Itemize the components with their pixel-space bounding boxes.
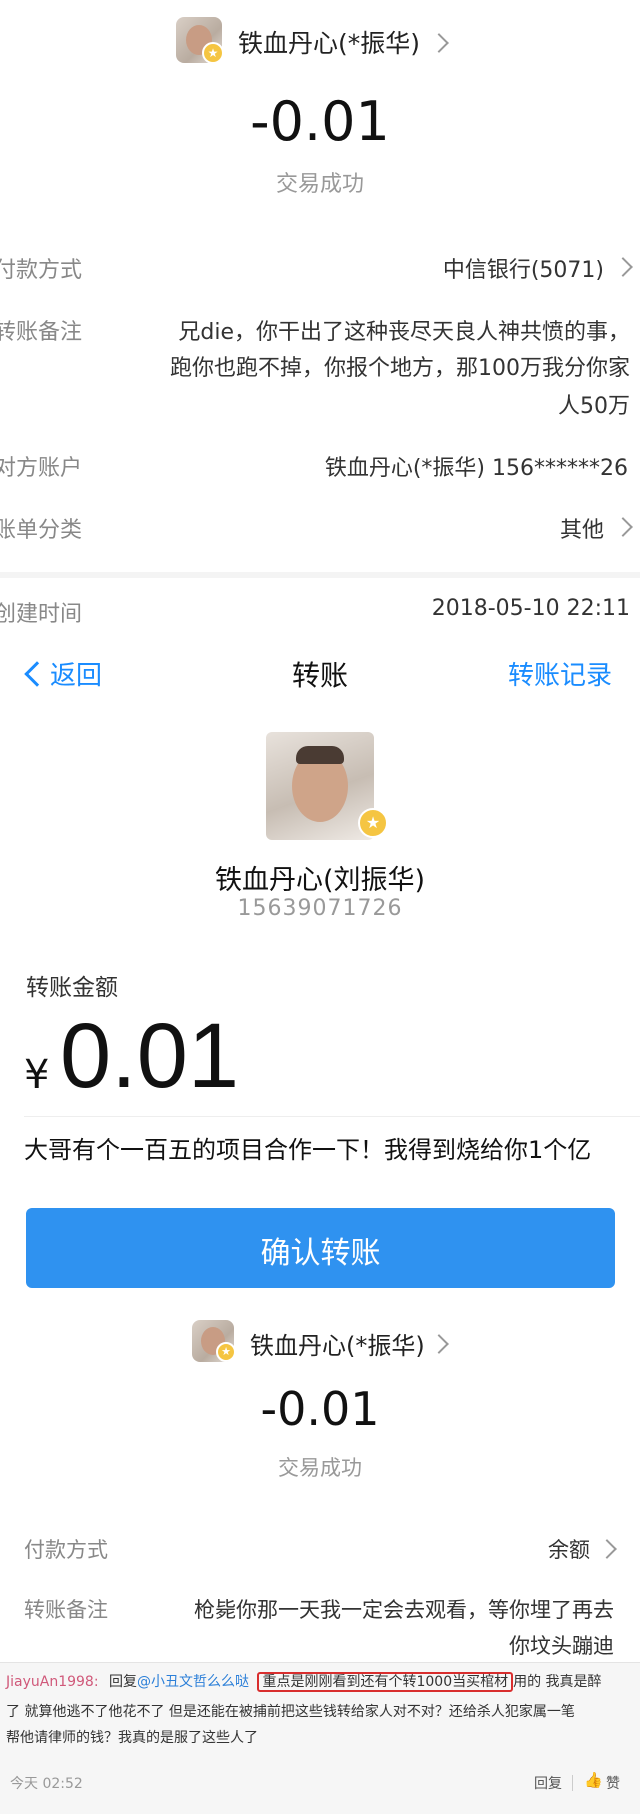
highlighted-text: 重点是刚刚看到还有个转1000当买棺材: [257, 1672, 514, 1692]
transfer-note-label: 转账备注: [24, 1598, 108, 1622]
created-time-label: 创建时间: [0, 602, 83, 627]
thumbs-up-icon: 👍: [584, 1771, 603, 1789]
transaction-status: 交易成功: [275, 172, 364, 197]
counterparty-account-value: 铁血丹心(*振华) 156******26: [324, 456, 628, 481]
transfer-note-line-1: 枪毙你那一天我一定会去观看，等你埋了再去: [194, 1598, 614, 1622]
created-time-value: 2018-05-10 22:11: [431, 596, 630, 621]
transfer-section: 返回 转账 转账记录 铁血丹心(刘振华) 15639071726 转账金额 ¥ …: [0, 640, 640, 1240]
transfer-note-line-2: 跑你也跑不掉，你报个地方，那100万我分你家: [170, 356, 630, 381]
verified-badge-icon: [202, 42, 224, 64]
chevron-right-icon[interactable]: [429, 33, 449, 53]
transfer-records-link[interactable]: 转账记录: [508, 655, 612, 692]
bill-category-label: 账单分类: [0, 518, 83, 543]
transfer-note-input[interactable]: 大哥有个一百五的项目合作一下！我得到烧给你1个亿: [24, 1130, 591, 1165]
comment-line-1: JiayuAn1998: 回复@小丑文哲么么哒 重点是刚刚看到还有个转1000当…: [6, 1671, 602, 1692]
payment-method-label: 付款方式: [0, 258, 83, 283]
payment-method-value[interactable]: 余额: [548, 1534, 590, 1564]
confirm-transfer-label: 确认转账: [260, 1236, 381, 1271]
amount-input[interactable]: 0.01: [60, 1004, 239, 1109]
like-label: 赞: [606, 1776, 620, 1792]
payee-name[interactable]: 铁血丹心(*振华): [250, 1326, 425, 1361]
payment-method-label: 付款方式: [24, 1538, 108, 1562]
divider: [0, 572, 640, 578]
transfer-note-line-3: 人50万: [558, 394, 630, 419]
transfer-note-label: 转账备注: [0, 320, 83, 345]
reply-prefix: 回复: [109, 1674, 138, 1690]
divider: [24, 1116, 640, 1117]
payment-method-value[interactable]: 中信银行(5071): [443, 252, 604, 284]
payee-name: 铁血丹心(刘振华): [214, 865, 426, 896]
currency-symbol: ¥: [24, 1052, 50, 1098]
comment-time: 今天 02:52: [10, 1776, 83, 1792]
amount-label: 转账金额: [26, 975, 118, 1001]
comment-username[interactable]: JiayuAn1998:: [6, 1674, 99, 1690]
receipt-section-1: 铁血丹心(*振华) -0.01 交易成功 付款方式 中信银行(5071) 转账备…: [0, 0, 640, 640]
comment-text-tail: 用的 我真是醉: [513, 1674, 602, 1690]
bill-category-value[interactable]: 其他: [560, 512, 604, 544]
verified-badge-icon: [358, 808, 388, 838]
payee-phone: 15639071726: [237, 896, 403, 921]
mentioned-user[interactable]: @小丑文哲么么哒: [137, 1674, 249, 1690]
transfer-note-line-2: 你坟头蹦迪: [509, 1634, 614, 1658]
confirm-transfer-button[interactable]: 确认转账: [26, 1208, 615, 1288]
divider: [572, 1775, 573, 1791]
comment-line-2: 了 就算他逃不了他花不了 但是还能在被捕前把这些钱转给家人对不对？还给杀人犯家属…: [6, 1704, 575, 1720]
transaction-amount: -0.01: [250, 90, 390, 153]
like-button[interactable]: 👍 赞: [584, 1771, 634, 1793]
receipt-section-2: 铁血丹心(*振华) -0.01 交易成功 付款方式 余额 转账备注 枪毙你那一天…: [0, 1300, 640, 1660]
transaction-status: 交易成功: [278, 1456, 362, 1480]
chevron-right-icon[interactable]: [429, 1334, 449, 1354]
counterparty-account-label: 对方账户: [0, 456, 83, 481]
comment-line-3: 帮他请律师的钱？我真的是服了这些人了: [6, 1730, 258, 1746]
comment-card: JiayuAn1998: 回复@小丑文哲么么哒 重点是刚刚看到还有个转1000当…: [0, 1662, 640, 1814]
chevron-right-icon[interactable]: [613, 257, 633, 277]
transfer-note-line-1: 兄die，你干出了这种丧尽天良人神共愤的事，: [178, 320, 630, 345]
chevron-right-icon[interactable]: [613, 517, 633, 537]
verified-badge-icon: [216, 1342, 236, 1362]
payee-name[interactable]: 铁血丹心(*振华): [238, 24, 420, 60]
chevron-right-icon[interactable]: [597, 1539, 617, 1559]
transaction-amount: -0.01: [260, 1382, 380, 1436]
reply-button[interactable]: 回复: [534, 1773, 562, 1793]
